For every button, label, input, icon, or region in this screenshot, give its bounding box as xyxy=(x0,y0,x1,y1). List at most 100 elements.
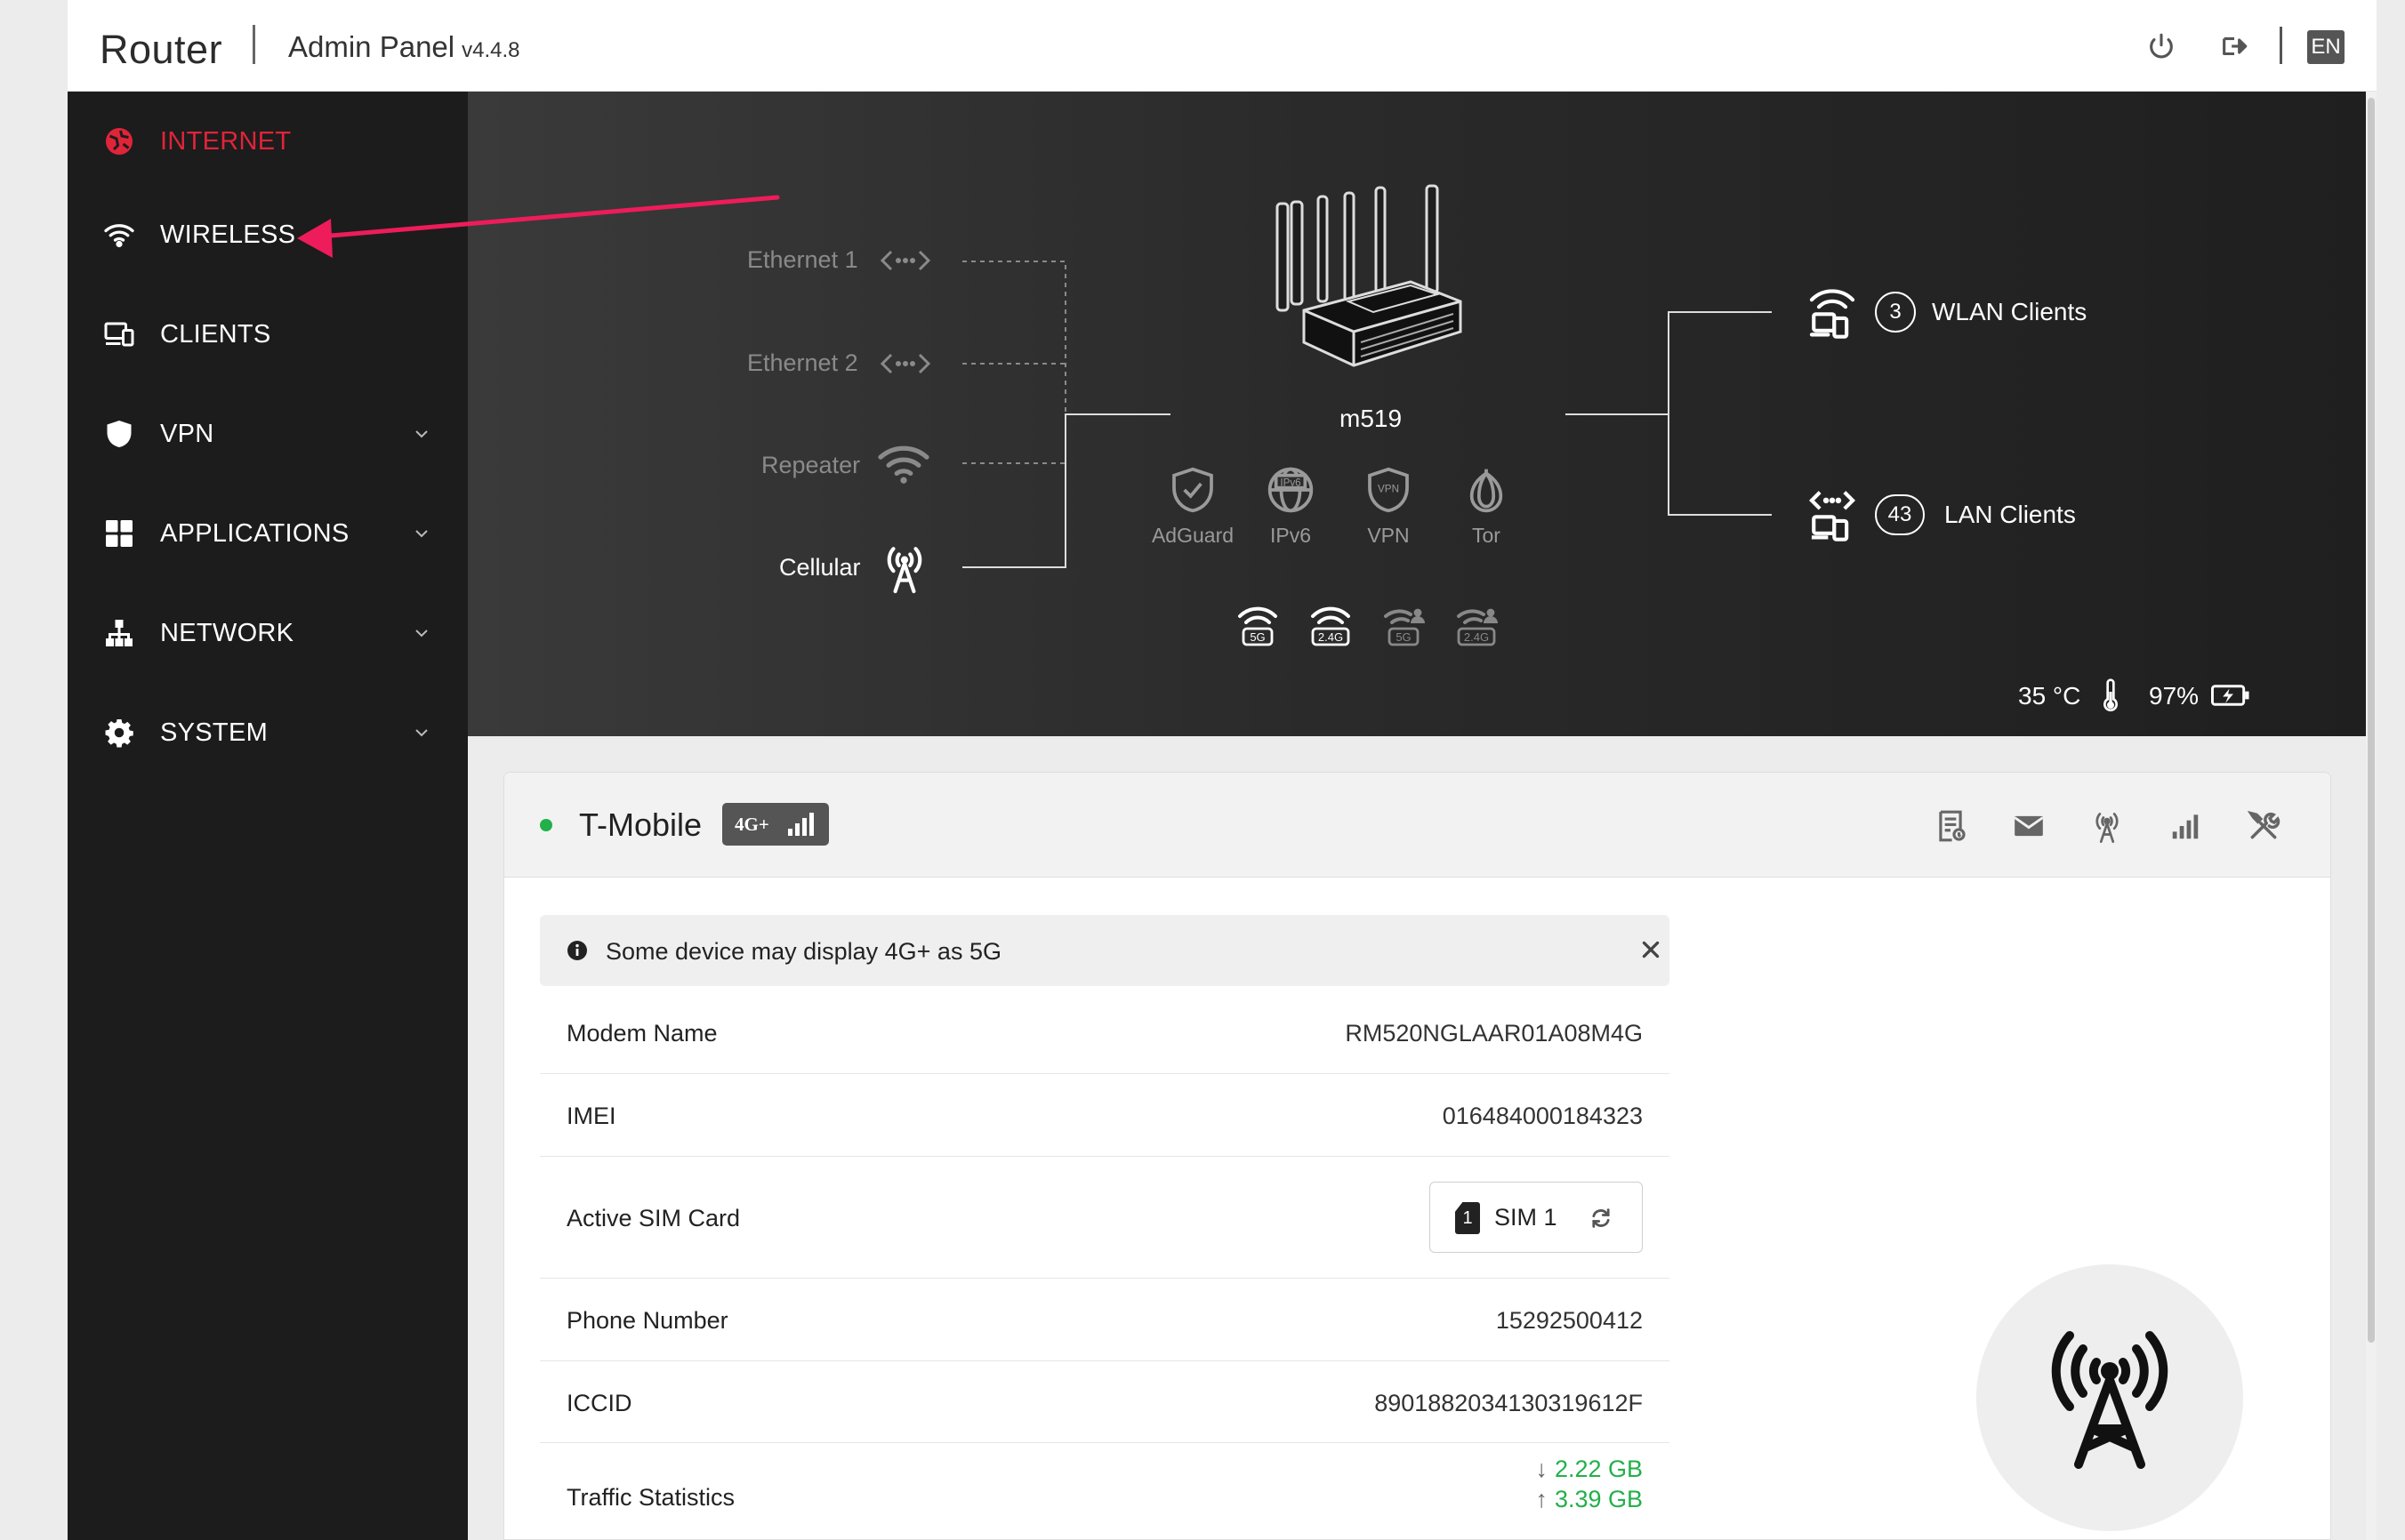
lan-clients-label[interactable]: LAN Clients xyxy=(1944,501,2076,529)
cellular-tower-icon xyxy=(2051,1331,2168,1469)
sim-label: SIM 1 xyxy=(1494,1204,1557,1231)
sidebar-item-label: SYSTEM xyxy=(160,718,269,747)
battery-readout: 97% xyxy=(2149,682,2200,710)
source-ethernet-1[interactable]: Ethernet 1 xyxy=(747,246,858,274)
battery-charging-icon xyxy=(2211,685,2249,706)
feature-tor[interactable]: Tor xyxy=(1437,465,1535,548)
ethernet-icon xyxy=(880,250,931,271)
modem-name-row: Modem Name RM520NGLAAR01A08M4G xyxy=(540,991,1669,1074)
source-cellular[interactable]: Cellular xyxy=(779,554,861,582)
info-notice: Some device may display 4G+ as 5G xyxy=(540,915,1669,986)
chevron-down-icon[interactable] xyxy=(411,423,432,445)
chevron-down-icon[interactable] xyxy=(411,523,432,544)
feature-ipv6[interactable]: IPv6 IPv6 xyxy=(1242,465,1339,548)
sidebar-item-vpn[interactable]: VPN xyxy=(68,398,468,469)
source-ethernet-2[interactable]: Ethernet 2 xyxy=(747,349,858,377)
download-value: 2.22 GB xyxy=(1554,1456,1643,1482)
chevron-down-icon[interactable] xyxy=(411,622,432,644)
iccid-value: 8901882034130319612F xyxy=(1374,1390,1643,1416)
sidebar-item-applications[interactable]: APPLICATIONS xyxy=(68,498,468,569)
feature-vpn[interactable]: VPN VPN xyxy=(1339,465,1437,548)
wifi-2-4g-icon[interactable]: 2.4G xyxy=(1307,604,1354,648)
upload-arrow-icon: ↑ xyxy=(1535,1486,1548,1512)
logout-icon[interactable] xyxy=(2215,27,2254,66)
close-icon[interactable] xyxy=(1639,938,1662,961)
row-key: Traffic Statistics xyxy=(567,1484,736,1511)
ethernet-icon xyxy=(880,353,931,374)
cellular-tower-icon[interactable] xyxy=(2087,806,2127,846)
router-device-image xyxy=(1275,184,1462,367)
source-repeater[interactable]: Repeater xyxy=(761,452,860,479)
guest-wifi-5g-icon[interactable]: 5G xyxy=(1380,604,1427,648)
card-header: T-Mobile 4G+ xyxy=(504,773,2330,878)
phone-number-value: 15292500412 xyxy=(1495,1307,1643,1334)
svg-text:VPN: VPN xyxy=(1378,483,1399,494)
sidebar-item-label: VPN xyxy=(160,419,214,448)
lan-clients-count[interactable]: 43 xyxy=(1875,494,1925,535)
row-key: ICCID xyxy=(567,1390,632,1416)
carrier-name: T-Mobile xyxy=(579,806,703,843)
sidebar-item-label: WIRELESS xyxy=(160,220,296,249)
wifi-icon xyxy=(878,445,929,484)
modem-name-value: RM520NGLAAR01A08M4G xyxy=(1345,1020,1643,1047)
svg-text:2.4G: 2.4G xyxy=(1318,630,1343,644)
globe-icon xyxy=(101,124,137,159)
wlan-clients-count[interactable]: 3 xyxy=(1875,292,1916,333)
svg-text:5G: 5G xyxy=(1250,630,1265,644)
devices-icon xyxy=(101,317,137,352)
power-icon[interactable] xyxy=(2142,27,2181,66)
tools-icon[interactable] xyxy=(2244,806,2283,846)
brand-logo[interactable]: Router xyxy=(100,27,222,73)
network-type-badge: 4G+ xyxy=(722,803,829,846)
chevron-down-icon[interactable] xyxy=(411,722,432,743)
wifi-5g-icon[interactable]: 5G xyxy=(1235,604,1281,648)
row-key: Modem Name xyxy=(567,1020,718,1047)
scrollbar-thumb[interactable] xyxy=(2368,98,2375,1343)
cellular-tower-icon xyxy=(887,547,922,594)
vpn-shield-icon: VPN xyxy=(1368,467,1409,513)
panel-title: Admin Panel v4.4.8 xyxy=(288,30,520,64)
sidebar-item-internet[interactable]: INTERNET xyxy=(68,106,468,177)
sidebar-item-label: CLIENTS xyxy=(160,319,271,349)
svg-text:IPv6: IPv6 xyxy=(1280,477,1300,488)
sidebar-item-wireless[interactable]: WIRELESS xyxy=(68,199,468,270)
signal-strength-icon[interactable] xyxy=(2166,806,2205,846)
header-divider xyxy=(253,25,255,64)
temperature-readout: 35 °C xyxy=(2018,682,2081,710)
row-key: Phone Number xyxy=(567,1307,728,1334)
thermometer-icon xyxy=(2103,678,2118,712)
network-type-label: 4G+ xyxy=(735,813,769,835)
feature-label: AdGuard xyxy=(1151,524,1235,547)
lan-clients-icon xyxy=(1808,491,1856,541)
language-button[interactable]: EN xyxy=(2307,30,2345,64)
sidebar-item-label: INTERNET xyxy=(160,126,292,156)
mail-icon[interactable] xyxy=(2009,806,2048,846)
sim-card-icon: 1 xyxy=(1455,1202,1480,1234)
sidebar-item-label: NETWORK xyxy=(160,618,294,647)
sidebar-item-network[interactable]: NETWORK xyxy=(68,598,468,669)
iccid-row: ICCID 8901882034130319612F xyxy=(540,1361,1669,1443)
feature-label: IPv6 xyxy=(1269,524,1312,547)
guest-wifi-2-4g-icon[interactable]: 2.4G xyxy=(1453,604,1500,648)
gear-icon xyxy=(101,715,137,750)
feature-adguard[interactable]: AdGuard xyxy=(1144,465,1242,548)
traffic-stats-row: Traffic Statistics ↓ 2.22 GB ↑ 3.39 GB xyxy=(540,1443,1669,1540)
feature-label: VPN xyxy=(1367,524,1410,547)
cellular-card: T-Mobile 4G+ Some device may display 4G+… xyxy=(503,772,2331,1540)
shield-icon xyxy=(101,416,137,452)
svg-text:2.4G: 2.4G xyxy=(1464,630,1489,644)
sim-switch-button[interactable]: 1 SIM 1 xyxy=(1429,1182,1643,1253)
sidebar: INTERNET WIRELESS CLIENTS VPN APPLICATIO… xyxy=(68,92,468,1540)
sidebar-item-clients[interactable]: CLIENTS xyxy=(68,299,468,370)
imei-value: 016484000184323 xyxy=(1442,1103,1643,1129)
info-icon xyxy=(567,941,587,960)
upload-value: 3.39 GB xyxy=(1554,1486,1643,1512)
sidebar-item-system[interactable]: SYSTEM xyxy=(68,697,468,768)
wlan-clients-label[interactable]: WLAN Clients xyxy=(1932,298,2087,326)
row-key: IMEI xyxy=(567,1103,616,1129)
wifi-icon xyxy=(101,217,137,253)
connection-status-dot xyxy=(540,819,552,831)
sms-log-icon[interactable] xyxy=(1931,806,1970,846)
feature-label: Tor xyxy=(1472,524,1500,547)
ipv6-globe-icon: IPv6 xyxy=(1267,467,1314,513)
